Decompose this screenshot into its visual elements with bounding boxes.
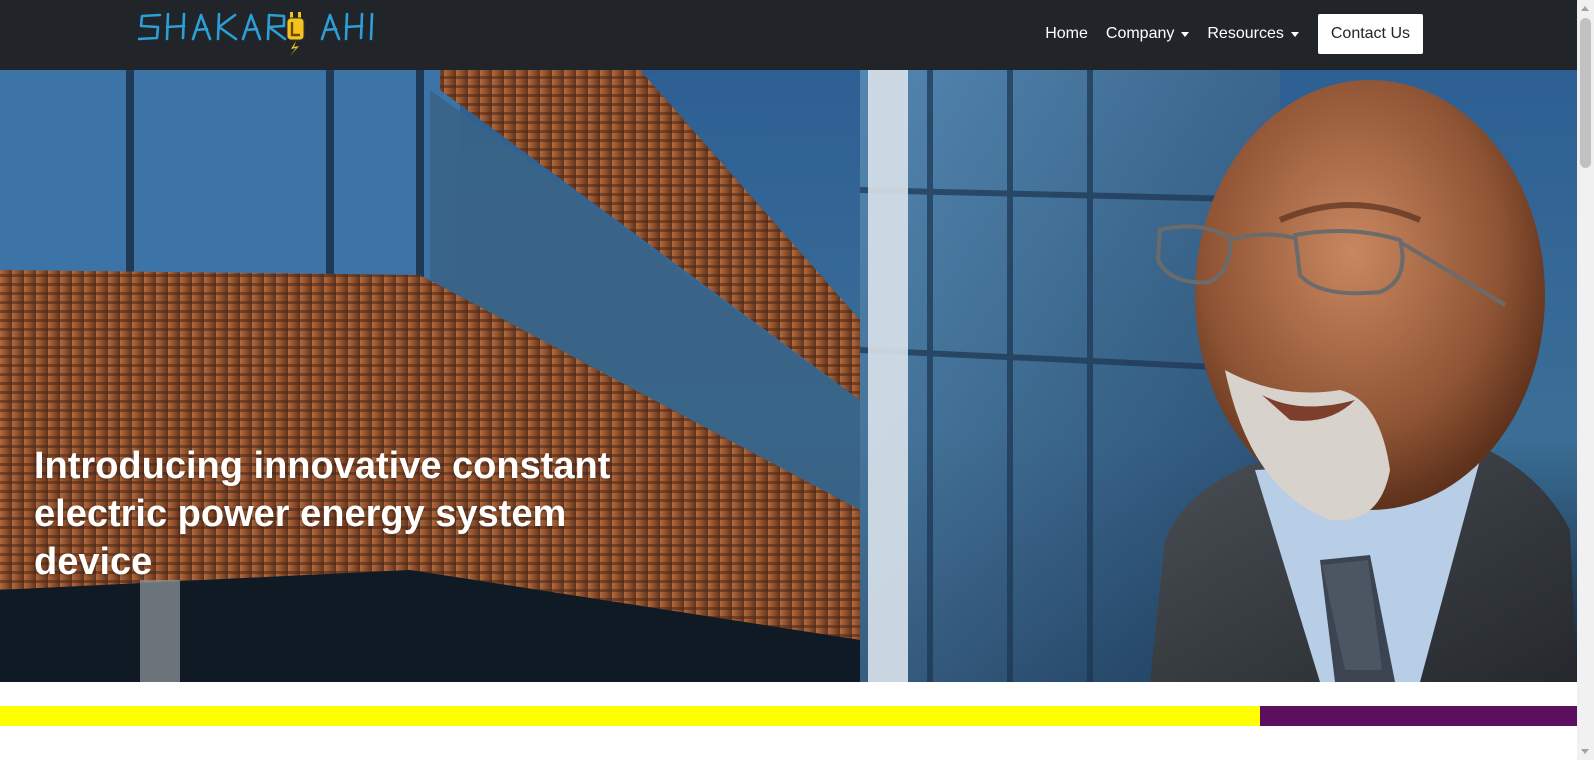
hero-background-image <box>0 70 1577 682</box>
main-nav: Home Company Resources Contact Us <box>1036 14 1423 54</box>
nav-company-label: Company <box>1105 25 1175 42</box>
contact-us-label: Contact Us <box>1330 25 1410 42</box>
hero-title: Introducing innovative constant electric… <box>34 445 611 583</box>
hero-banner: Introducing innovative constant electric… <box>0 70 1577 682</box>
scroll-thumb[interactable] <box>1580 18 1591 168</box>
nav-resources-dropdown[interactable]: Resources <box>1198 25 1307 43</box>
logo-icon <box>136 12 374 56</box>
caret-down-icon <box>1290 31 1299 37</box>
nav-resources-label: Resources <box>1207 25 1284 42</box>
scroll-down-icon[interactable] <box>1581 749 1589 754</box>
nav-company-dropdown[interactable]: Company <box>1097 25 1198 43</box>
accent-bar-purple <box>1260 706 1577 726</box>
vertical-scrollbar[interactable] <box>1577 0 1594 760</box>
navbar: Home Company Resources Contact Us <box>0 0 1577 70</box>
accent-bar-yellow <box>0 706 1260 726</box>
nav-home-label: Home <box>1045 25 1088 42</box>
nav-home-link[interactable]: Home <box>1036 25 1097 43</box>
scroll-up-icon[interactable] <box>1581 6 1589 11</box>
caret-down-icon <box>1181 31 1190 37</box>
contact-us-button[interactable]: Contact Us <box>1317 14 1423 54</box>
brand-logo[interactable] <box>136 8 376 56</box>
page: Home Company Resources Contact Us Introd… <box>0 0 1577 760</box>
